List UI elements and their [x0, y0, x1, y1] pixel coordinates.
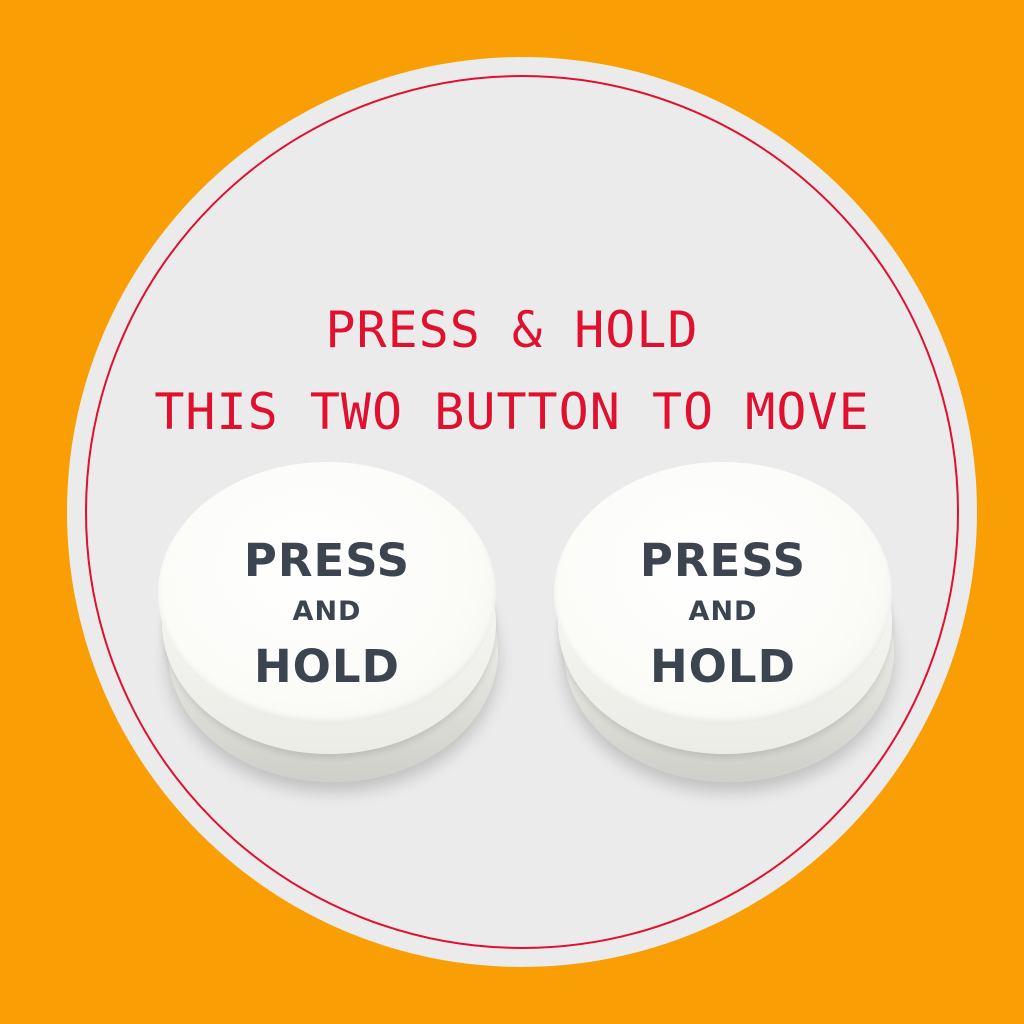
press-hold-button-left[interactable]: PRESS AND HOLD	[158, 462, 504, 782]
instruction-subtitle: THIS TWO BUTTON TO MOVE	[154, 383, 870, 441]
button-label-hold: HOLD	[650, 640, 796, 693]
press-hold-button-right[interactable]: PRESS AND HOLD	[554, 462, 900, 782]
instruction-title: PRESS & HOLD	[325, 301, 699, 359]
button-label-and: AND	[688, 596, 758, 627]
button-label-press: PRESS	[243, 534, 411, 587]
button-label-press: PRESS	[639, 534, 807, 587]
button-label-hold: HOLD	[254, 640, 400, 693]
button-label-and: AND	[292, 596, 362, 627]
